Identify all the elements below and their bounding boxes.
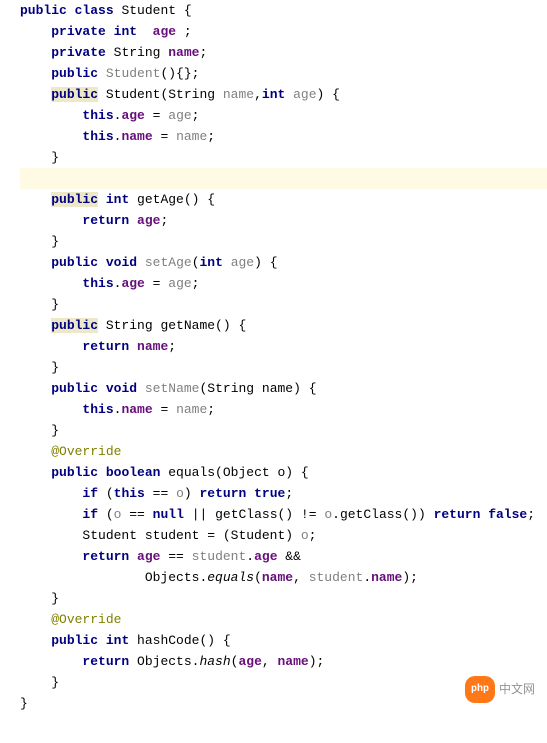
highlighted-line	[20, 168, 547, 189]
watermark: php 中文网	[465, 676, 535, 703]
code-line: Student student = (Student) o;	[20, 525, 547, 546]
code-line: public void setAge(int age) {	[20, 252, 547, 273]
code-line: if (this == o) return true;	[20, 483, 547, 504]
code-line: }	[20, 357, 547, 378]
code-line: public String getName() {	[20, 315, 547, 336]
code-line: this.age = age;	[20, 273, 547, 294]
code-line: return Objects.hash(age, name);	[20, 651, 547, 672]
code-line: }	[20, 420, 547, 441]
code-line: public Student(){};	[20, 63, 547, 84]
code-line: }	[20, 231, 547, 252]
code-line: public class Student {	[20, 0, 547, 21]
code-line: this.age = age;	[20, 105, 547, 126]
code-line: }	[20, 147, 547, 168]
code-editor: public class Student { private int age ;…	[0, 0, 547, 714]
code-line: return name;	[20, 336, 547, 357]
code-line: }	[20, 588, 547, 609]
code-line: private String name;	[20, 42, 547, 63]
code-line: this.name = name;	[20, 399, 547, 420]
watermark-text: 中文网	[499, 679, 535, 700]
code-line: this.name = name;	[20, 126, 547, 147]
code-line: }	[20, 294, 547, 315]
code-line: @Override	[20, 441, 547, 462]
code-line: return age == student.age &&	[20, 546, 547, 567]
code-line: Objects.equals(name, student.name);	[20, 567, 547, 588]
code-line: public boolean equals(Object o) {	[20, 462, 547, 483]
php-icon: php	[465, 676, 495, 703]
code-line: public int getAge() {	[20, 189, 547, 210]
code-line: if (o == null || getClass() != o.getClas…	[20, 504, 547, 525]
code-line: public int hashCode() {	[20, 630, 547, 651]
code-line: public void setName(String name) {	[20, 378, 547, 399]
code-line: public Student(String name,int age) {	[20, 84, 547, 105]
code-line: @Override	[20, 609, 547, 630]
code-line: return age;	[20, 210, 547, 231]
code-line: private int age ;	[20, 21, 547, 42]
